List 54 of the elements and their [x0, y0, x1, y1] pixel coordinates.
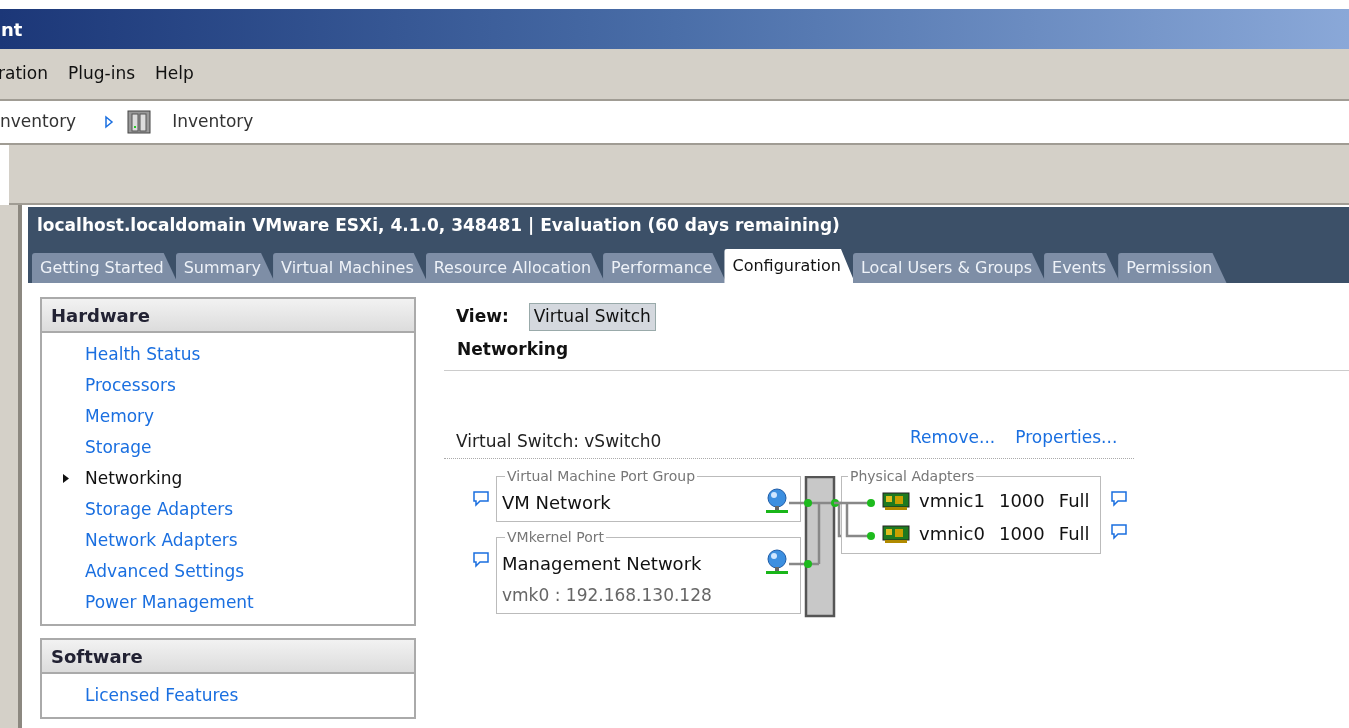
section-header: Hardware	[42, 299, 414, 333]
tab[interactable]: Summary	[175, 253, 276, 283]
breadcrumb-item[interactable]: nventory	[0, 109, 77, 135]
adapter-speed: 1000	[998, 522, 1045, 546]
port-group-name: Management Network	[502, 552, 702, 576]
menu-item[interactable]: Help	[155, 61, 194, 87]
arrow-icon	[104, 115, 115, 129]
view-label: View:	[456, 305, 509, 328]
view-button[interactable]: Virtual Switch	[528, 303, 656, 331]
comment-icon[interactable]	[1110, 523, 1128, 540]
port-detail: vmk0 : 192.168.130.128	[502, 584, 712, 607]
vswitch-title: Virtual Switch: vSwitch0	[456, 430, 662, 453]
menu-item[interactable]: ration	[0, 61, 48, 87]
tab[interactable]: Performance	[603, 253, 727, 283]
tab[interactable]: Configuration	[724, 249, 855, 283]
tab[interactable]: Resource Allocation	[425, 253, 606, 283]
network-card-icon	[882, 524, 912, 544]
sidebar-item[interactable]: Storage Adapters	[85, 496, 234, 523]
adapter-duplex: Full	[1058, 522, 1090, 546]
tab[interactable]: Local Users & Groups	[852, 253, 1047, 283]
comment-icon[interactable]	[472, 551, 490, 568]
adapter-speed: 1000	[998, 489, 1045, 513]
sidebar-item[interactable]: Health Status	[85, 341, 201, 368]
menu-item[interactable]: Plug-ins	[68, 61, 135, 87]
section-header: Software	[42, 640, 414, 674]
tab[interactable]: Permission	[1118, 253, 1227, 283]
sidebar-item[interactable]: Licensed Features	[85, 682, 239, 709]
action-link[interactable]: Remove...	[910, 425, 996, 451]
comment-icon[interactable]	[472, 490, 490, 507]
window-title: nt	[1, 17, 23, 42]
sidebar-item[interactable]: Memory	[85, 403, 155, 430]
tab[interactable]: Events	[1044, 253, 1121, 283]
sidebar-item[interactable]: Storage	[85, 434, 152, 461]
adapters-label: Physical Adapters	[848, 467, 977, 485]
sidebar-item[interactable]: Advanced Settings	[85, 558, 245, 585]
networking-heading: Networking	[444, 330, 1349, 371]
sidebar-item[interactable]: Network Adapters	[85, 527, 238, 554]
globe-icon	[765, 488, 789, 514]
network-card-icon	[882, 491, 912, 511]
sidebar-item[interactable]: Power Management	[85, 589, 254, 616]
port-group-label: Virtual Machine Port Group	[505, 467, 698, 485]
globe-icon	[765, 549, 789, 575]
adapter-name: vmnic0	[919, 522, 985, 546]
host-title: localhost.localdomain VMware ESXi, 4.1.0, 348481 | Evaluation (60 days remaining)	[36, 214, 841, 237]
breadcrumb-item[interactable]: Inventory	[172, 109, 254, 135]
sidebar-item[interactable]: Processors	[85, 372, 176, 399]
tab[interactable]: Getting Started	[32, 253, 178, 283]
adapter-duplex: Full	[1058, 489, 1090, 513]
adapter-name: vmnic1	[919, 489, 985, 513]
sidebar-item[interactable]: Networking	[85, 465, 183, 492]
comment-icon[interactable]	[1110, 490, 1128, 507]
action-link[interactable]: Properties...	[1015, 425, 1118, 451]
port-group-name: VM Network	[502, 491, 611, 515]
tab[interactable]: Virtual Machines	[273, 253, 428, 283]
